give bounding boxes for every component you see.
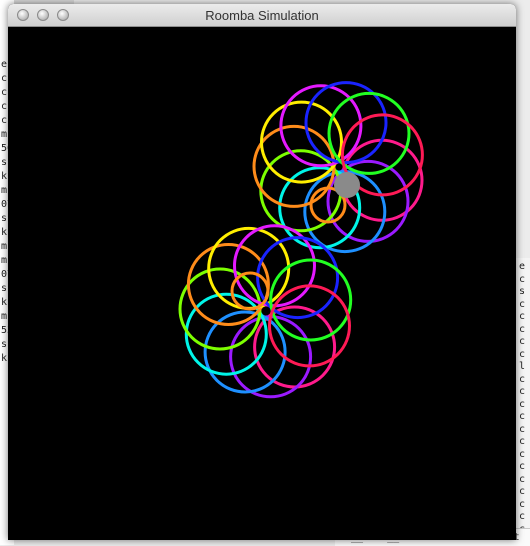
- terminal-fragment: c: [519, 386, 526, 397]
- terminal-fragment: c: [519, 461, 526, 472]
- terminal-fragment: m: [1, 255, 8, 266]
- terminal-fragment: c: [519, 273, 526, 285]
- terminal-fragment: s: [1, 283, 8, 294]
- terminal-fragment: m: [1, 241, 8, 252]
- terminal-fragment: m: [1, 311, 8, 322]
- roomba-robot: [334, 172, 360, 198]
- terminal-fragment: c: [519, 498, 526, 510]
- terminal-fragment: m: [1, 185, 8, 196]
- terminal-fragment: c: [519, 511, 526, 522]
- terminal-fragment: c: [1, 101, 8, 112]
- terminal-fragment: c: [519, 373, 526, 385]
- terminal-fragment: c: [1, 115, 8, 126]
- terminal-fragment: c: [519, 448, 526, 460]
- terminal-fragment: c: [519, 423, 526, 435]
- terminal-fragment: c: [519, 436, 526, 447]
- terminal-fragment: c: [519, 336, 526, 347]
- terminal-fragment: s: [519, 286, 526, 297]
- terminal-fragment: k: [1, 227, 8, 238]
- terminal-fragment: c: [519, 311, 526, 322]
- terminal-fragment: c: [519, 486, 526, 497]
- terminal-fragment: c: [519, 298, 526, 310]
- simulation-window[interactable]: Roomba Simulation: [8, 4, 516, 540]
- terminal-fragment: e: [519, 261, 526, 272]
- terminal-fragment: l: [519, 361, 526, 372]
- terminal-fragment: c: [519, 398, 526, 410]
- terminal-fragment: c: [519, 411, 526, 422]
- terminal-fragment: c: [519, 323, 526, 335]
- terminal-fragment: s: [1, 339, 8, 350]
- terminal-fragment: s: [1, 213, 8, 224]
- terminal-fragment: c: [519, 473, 526, 485]
- background-terminal-right: ecsccccclccccccccccccc: [515, 258, 530, 545]
- terminal-fragment: k: [1, 353, 8, 364]
- terminal-fragment: c: [519, 348, 526, 360]
- terminal-fragment: c: [1, 87, 8, 98]
- window-titlebar[interactable]: Roomba Simulation: [8, 4, 516, 27]
- canvas-background: [8, 27, 516, 540]
- window-title: Roomba Simulation: [205, 8, 319, 23]
- simulation-drawing: [8, 27, 516, 540]
- terminal-fragment: k: [1, 297, 8, 308]
- terminal-fragment: s: [1, 157, 8, 168]
- terminal-fragment: c: [1, 73, 8, 84]
- terminal-fragment: e: [1, 59, 8, 70]
- terminal-fragment: k: [1, 171, 8, 182]
- simulation-canvas[interactable]: [8, 27, 516, 540]
- terminal-fragment: m: [1, 129, 8, 140]
